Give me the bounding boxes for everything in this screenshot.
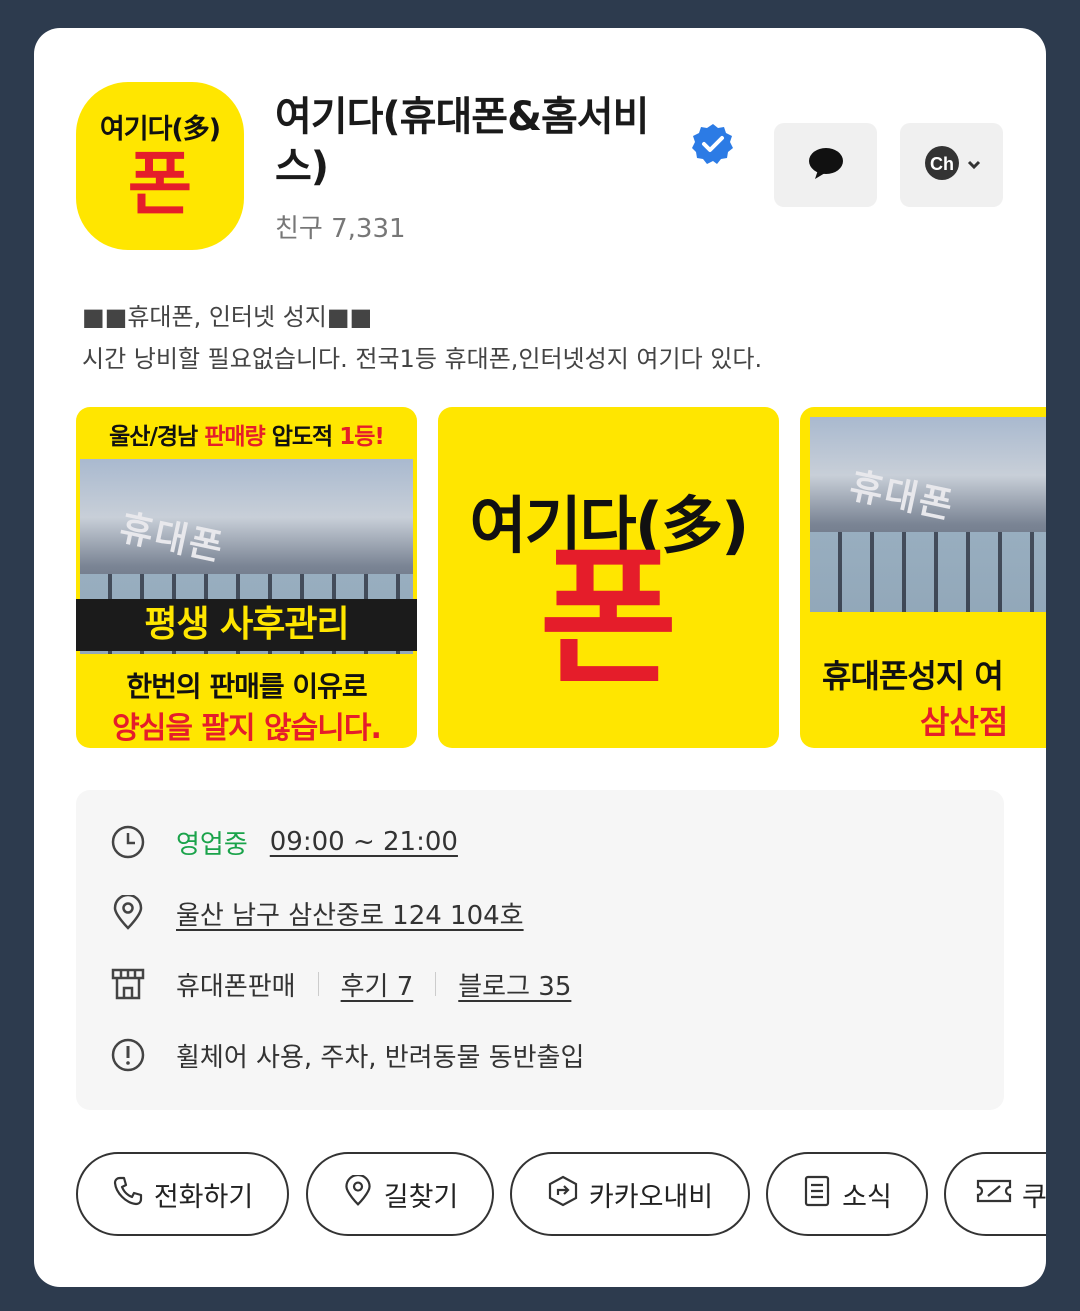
logo-top-text: 여기다(多) — [99, 113, 221, 145]
address-link[interactable]: 울산 남구 삼산중로 124 104호 — [176, 895, 524, 932]
image-gallery[interactable]: 울산/경남 판매량 압도적 1등! 휴대폰 평생 사후관리 한번의 판매를 이유… — [76, 407, 1046, 749]
tile1-headline: 울산/경남 판매량 압도적 1등! — [76, 417, 417, 451]
logo-big-text: 폰 — [127, 142, 193, 225]
tile3-foot-line-2: 삼산점 — [920, 703, 1009, 741]
tile2-big-text: 폰 — [539, 532, 678, 706]
amenities-row: 휠체어 사용, 주차, 반려동물 동반출입 — [110, 1035, 584, 1075]
gallery-image-2[interactable]: 여기다(多) 폰 — [438, 407, 779, 748]
tile1-banner: 평생 사후관리 — [76, 599, 417, 651]
address-row[interactable]: 울산 남구 삼산중로 124 104호 — [110, 893, 524, 933]
clock-icon — [110, 824, 146, 860]
tile1-head-prefix: 울산/경남 — [109, 424, 205, 450]
store-sign: 휴대폰 — [846, 465, 958, 528]
store-sign: 휴대폰 — [116, 507, 228, 570]
gallery-image-1[interactable]: 울산/경남 판매량 압도적 1등! 휴대폰 평생 사후관리 한번의 판매를 이유… — [76, 407, 417, 748]
friends-count: 친구 7,331 — [275, 214, 406, 244]
hours-row[interactable]: 영업중 09:00 ~ 21:00 — [110, 822, 458, 862]
kakaonavi-button[interactable]: 카카오내비 — [510, 1152, 750, 1236]
channel-logo[interactable]: 여기다(多) 폰 — [76, 82, 244, 250]
call-button[interactable]: 전화하기 — [76, 1152, 289, 1236]
divider — [435, 972, 437, 996]
phone-icon — [112, 1175, 154, 1214]
store-icon — [110, 966, 146, 1002]
gallery-image-3[interactable]: 휴대폰 휴대폰성지 여 삼산점 — [800, 407, 1046, 748]
category-row: 휴대폰판매 후기 7 블로그 35 — [110, 964, 571, 1004]
coupon-icon — [976, 1177, 1022, 1212]
call-label: 전화하기 — [153, 1181, 254, 1213]
tile1-foot-line-2: 양심을 팔지 않습니다. — [112, 711, 382, 746]
directions-button[interactable]: 길찾기 — [306, 1152, 494, 1236]
amenities-text: 휠체어 사용, 주차, 반려동물 동반출입 — [176, 1042, 585, 1073]
location-pin-icon — [110, 895, 146, 931]
divider — [317, 972, 319, 996]
directions-label: 길찾기 — [383, 1181, 459, 1213]
tile1-foot-line-1: 한번의 판매를 이유로 — [126, 670, 367, 703]
open-status: 영업중 — [176, 829, 248, 860]
channel-description: ■■휴대폰, 인터넷 성지■■ 시간 낭비할 필요없습니다. 전국1등 휴대폰,… — [82, 296, 762, 380]
news-button[interactable]: 소식 — [766, 1152, 928, 1236]
info-box: 영업중 09:00 ~ 21:00 울산 남구 삼산중로 124 104호 휴대… — [76, 790, 1004, 1110]
coupon-button[interactable]: 쿠 — [944, 1152, 1046, 1236]
kakaonavi-label: 카카오내비 — [588, 1181, 714, 1213]
chevron-down-icon — [966, 156, 982, 175]
coupon-label: 쿠 — [1022, 1181, 1046, 1213]
business-hours[interactable]: 09:00 ~ 21:00 — [270, 827, 458, 857]
navigation-icon — [547, 1175, 589, 1214]
store-photo: 휴대폰 — [810, 417, 1046, 612]
tile3-foot-line-1: 휴대폰성지 여 — [822, 657, 1004, 695]
tile1-head-red2: 1등! — [339, 424, 385, 450]
channel-card: 여기다(多) 폰 여기다(휴대폰&홈서비스) 친구 7,331 Ch ■■휴대폰… — [34, 28, 1046, 1287]
chat-button[interactable] — [774, 123, 877, 207]
channel-title: 여기다(휴대폰&홈서비스) — [275, 94, 649, 190]
tile1-head-suffix: 압도적 — [264, 424, 340, 450]
description-line-1: ■■휴대폰, 인터넷 성지■■ — [82, 303, 373, 331]
category-label: 휴대폰판매 — [176, 971, 296, 1002]
info-icon — [110, 1037, 146, 1073]
svg-text:Ch: Ch — [930, 154, 954, 174]
blog-link[interactable]: 블로그 35 — [458, 966, 571, 1003]
tile1-head-red: 판매량 — [204, 424, 265, 450]
action-bar: 전화하기 길찾기 카카오내비 소식 쿠 — [76, 1152, 1046, 1236]
verified-badge-icon — [691, 122, 735, 166]
speech-bubble-icon — [806, 143, 846, 187]
location-pin-icon — [342, 1173, 384, 1214]
news-label: 소식 — [842, 1181, 892, 1213]
document-icon — [802, 1175, 842, 1214]
description-line-2: 시간 낭비할 필요없습니다. 전국1등 휴대폰,인터넷성지 여기다 있다. — [82, 345, 763, 373]
reviews-link[interactable]: 후기 7 — [341, 966, 414, 1003]
store-windows — [810, 532, 1046, 612]
channel-menu-button[interactable]: Ch — [900, 123, 1003, 207]
